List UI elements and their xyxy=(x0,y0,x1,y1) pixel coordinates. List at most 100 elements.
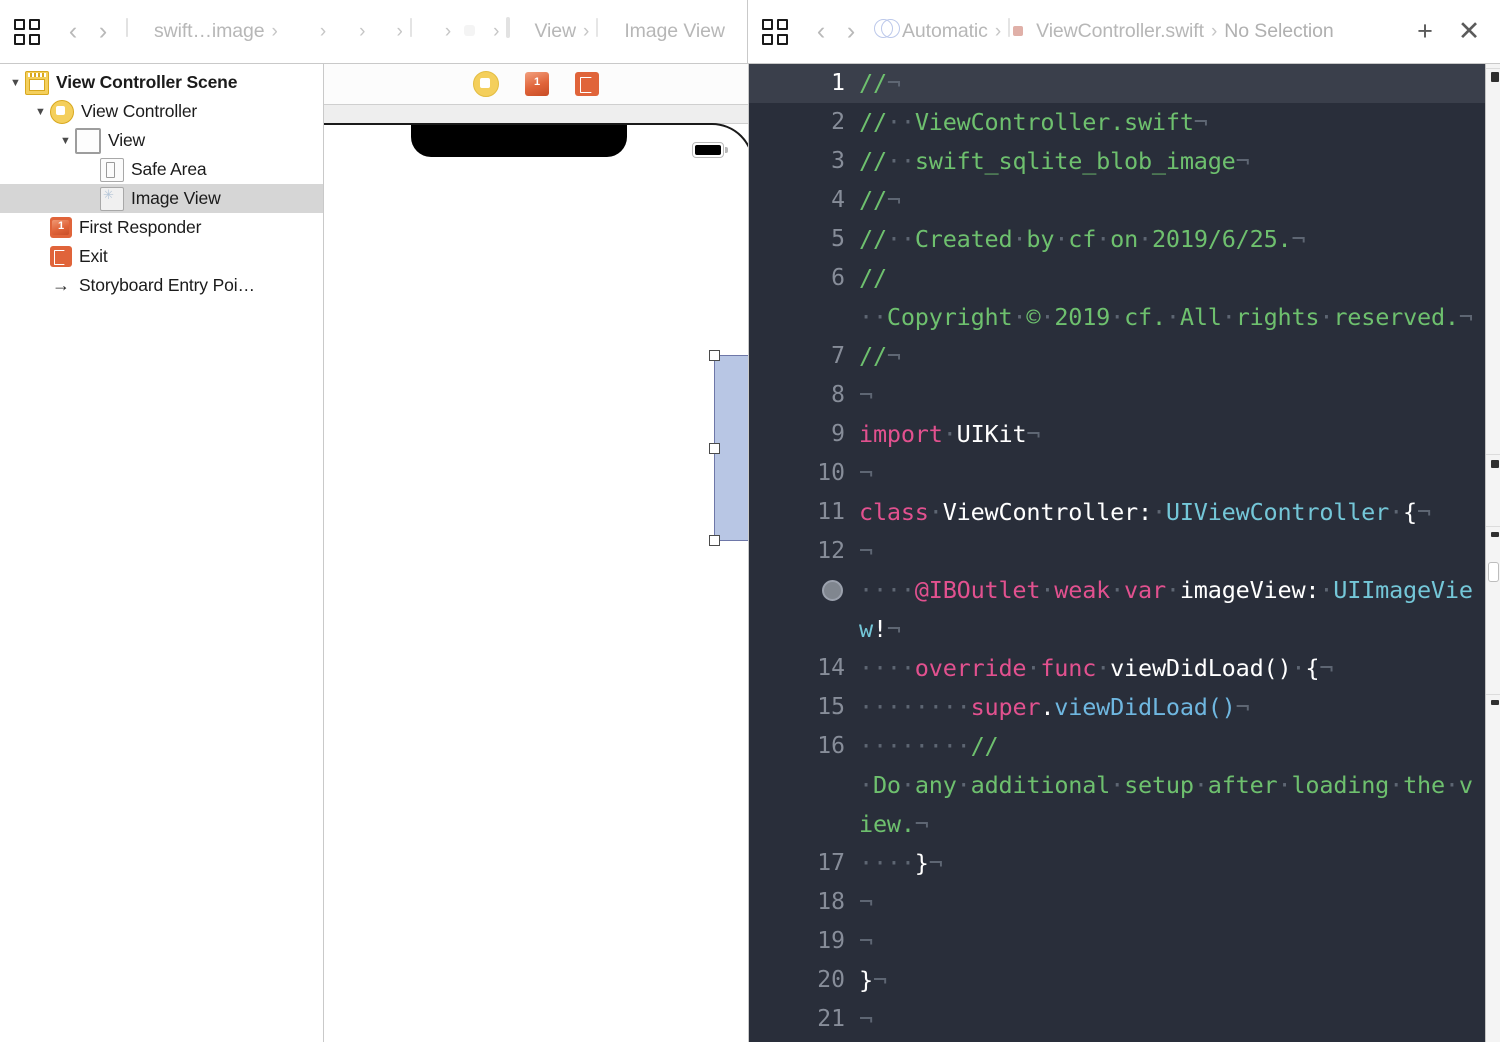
source-code-editor[interactable]: 1//¬ 2//··ViewController.swift¬ 3//··swift… xyxy=(749,64,1500,1042)
breadcrumb-automatic[interactable]: Automatic xyxy=(874,19,988,44)
resize-handle-nw[interactable] xyxy=(709,350,720,361)
breadcrumb-project[interactable]: swift…image xyxy=(126,18,265,44)
back-button[interactable]: ‹ xyxy=(58,17,88,46)
code-token: · xyxy=(942,420,957,448)
code-text: ¬ xyxy=(859,922,891,961)
code-line-9[interactable]: 9 import·UIKit¬ xyxy=(749,415,1500,454)
breadcrumb-view[interactable]: View xyxy=(506,17,576,44)
code-line-17[interactable]: 17 ····}¬ xyxy=(749,844,1500,883)
code-line-5[interactable]: 5//··Created·by·cf·on·2019/6/25.¬ xyxy=(749,220,1500,259)
code-token: on xyxy=(1110,225,1139,253)
first-responder-icon xyxy=(50,217,72,238)
code-token: · xyxy=(1165,303,1180,331)
code-token: · xyxy=(900,771,915,799)
code-token: ¬ xyxy=(1291,225,1306,253)
outline-row-image-view[interactable]: ▶ Image View xyxy=(0,184,323,213)
breadcrumb-storyboard[interactable] xyxy=(409,18,438,44)
code-line-1[interactable]: 1 //¬ xyxy=(749,64,1500,103)
forward-button[interactable]: › xyxy=(836,17,866,46)
related-items-icon[interactable] xyxy=(762,18,788,45)
inspector-panel-sliver[interactable] xyxy=(1485,64,1500,1042)
line-number: 3 xyxy=(831,148,845,174)
code-token: ¬ xyxy=(1026,420,1041,448)
selected-image-view[interactable]: UIImageView xyxy=(709,350,748,546)
code-token: // xyxy=(859,342,887,370)
code-token: any xyxy=(914,771,957,799)
code-token: Copyright xyxy=(886,303,1013,331)
related-items-icon[interactable] xyxy=(14,18,40,45)
code-token: · xyxy=(1389,498,1404,526)
code-token: ·· xyxy=(886,225,915,253)
device-frame: 41 xyxy=(324,123,748,1042)
forward-button[interactable]: › xyxy=(88,17,118,46)
breadcrumb-folder[interactable] xyxy=(285,19,313,44)
ibotlet-connection-marker-icon[interactable] xyxy=(749,571,859,610)
code-line-14[interactable]: 14 ····override·func·viewDidLoad()·{¬ xyxy=(749,649,1500,688)
close-editor-button[interactable]: ✕ xyxy=(1456,18,1482,45)
add-editor-button[interactable]: + xyxy=(1412,18,1438,45)
disclosure-triangle-open[interactable]: ▼ xyxy=(56,135,75,147)
breadcrumb-separator: › xyxy=(994,20,1002,42)
code-token: ¬ xyxy=(859,381,873,409)
code-line-10[interactable]: 10 ¬ xyxy=(749,454,1500,493)
resize-handle-sw[interactable] xyxy=(709,535,720,546)
code-token: @IBOutlet xyxy=(914,576,1041,604)
outline-row-safe-area[interactable]: ▶ Safe Area xyxy=(0,155,323,184)
disclosure-spacer: ▶ xyxy=(81,163,100,176)
code-line-20[interactable]: 20}¬ xyxy=(749,961,1500,1000)
code-line-18[interactable]: 18 ¬ xyxy=(749,883,1500,922)
breadcrumb-separator: › xyxy=(319,20,327,42)
code-token: · xyxy=(1444,771,1459,799)
view-icon xyxy=(75,127,101,154)
breadcrumb-swift-file[interactable]: ViewController.swift xyxy=(1008,18,1204,44)
code-token: Created xyxy=(914,225,1013,253)
code-token: super xyxy=(970,693,1041,721)
breadcrumb-no-selection[interactable]: No Selection xyxy=(1224,20,1333,43)
code-token: ¬ xyxy=(859,1005,873,1033)
code-line-15[interactable]: 15 ········super.viewDidLoad()¬ xyxy=(749,688,1500,727)
code-line-16[interactable]: 16 ········//·Do·any·additional·setup·aft… xyxy=(749,727,1500,844)
outline-row-view-controller-scene[interactable]: ▼ View Controller Scene xyxy=(0,68,323,97)
storyboard-icon xyxy=(409,18,431,44)
code-token: . xyxy=(1040,693,1055,721)
back-button[interactable]: ‹ xyxy=(806,17,836,46)
outline-row-first-responder[interactable]: ▶ First Responder xyxy=(0,213,323,242)
code-line-2[interactable]: 2 //··ViewController.swift¬ xyxy=(749,103,1500,142)
disclosure-triangle-open[interactable]: ▼ xyxy=(6,77,25,89)
code-token: 2019 xyxy=(1054,303,1111,331)
code-line-13[interactable]: ····@IBOutlet·weak·var·imageView:·UIImag… xyxy=(749,571,1500,649)
line-number: 9 xyxy=(831,421,845,447)
code-lines: 1//¬ 2//··ViewController.swift¬ 3//··swift… xyxy=(749,64,1500,1039)
code-line-4[interactable]: 4 //¬ xyxy=(749,181,1500,220)
code-line-8[interactable]: 8 ¬ xyxy=(749,376,1500,415)
code-line-6[interactable]: 6//··Copyright·©·2019·cf.·All·rights·res… xyxy=(749,259,1500,337)
first-responder-dock-icon[interactable] xyxy=(525,72,549,96)
code-token: // xyxy=(859,264,887,292)
code-line-11[interactable]: 11 class·ViewController:·UIViewController… xyxy=(749,493,1500,532)
code-line-21[interactable]: 21 ¬ xyxy=(749,1000,1500,1039)
code-line-19[interactable]: 19 ¬ xyxy=(749,922,1500,961)
breadcrumb-separator: › xyxy=(359,20,366,42)
interface-builder-canvas[interactable]: 41 UIImageView xyxy=(324,64,749,1042)
code-line-12[interactable]: 12 ¬ xyxy=(749,532,1500,571)
code-token: reserved. xyxy=(1333,303,1459,331)
outline-row-exit[interactable]: ▶ Exit xyxy=(0,242,323,271)
code-text: ····@IBOutlet·weak·var·imageView:·UIImag… xyxy=(859,571,1500,649)
code-line-3[interactable]: 3 //··swift_sqlite_blob_image¬ xyxy=(749,142,1500,181)
outline-row-view[interactable]: ▼ View xyxy=(0,126,323,155)
code-token: // xyxy=(859,186,887,214)
code-text: import·UIKit¬ xyxy=(859,415,1058,454)
outline-row-storyboard-entry-poi[interactable]: ▶→ Storyboard Entry Poi… xyxy=(0,271,323,300)
code-token: override xyxy=(914,654,1027,682)
outline-row-view-controller[interactable]: ▼ View Controller xyxy=(0,97,323,126)
view-controller-dock-icon[interactable] xyxy=(473,71,499,97)
ibotlet-dot-icon[interactable] xyxy=(822,580,843,601)
code-line-7[interactable]: 7 //¬ xyxy=(749,337,1500,376)
breadcrumb-view-controller[interactable] xyxy=(458,19,486,44)
breadcrumb-image-view[interactable]: Image View xyxy=(596,18,725,44)
disclosure-spacer: ▶ xyxy=(31,221,50,234)
exit-dock-icon[interactable] xyxy=(575,72,599,96)
disclosure-triangle-open[interactable]: ▼ xyxy=(31,106,50,118)
code-token: · xyxy=(1110,576,1125,604)
resize-handle-w[interactable] xyxy=(709,442,720,454)
